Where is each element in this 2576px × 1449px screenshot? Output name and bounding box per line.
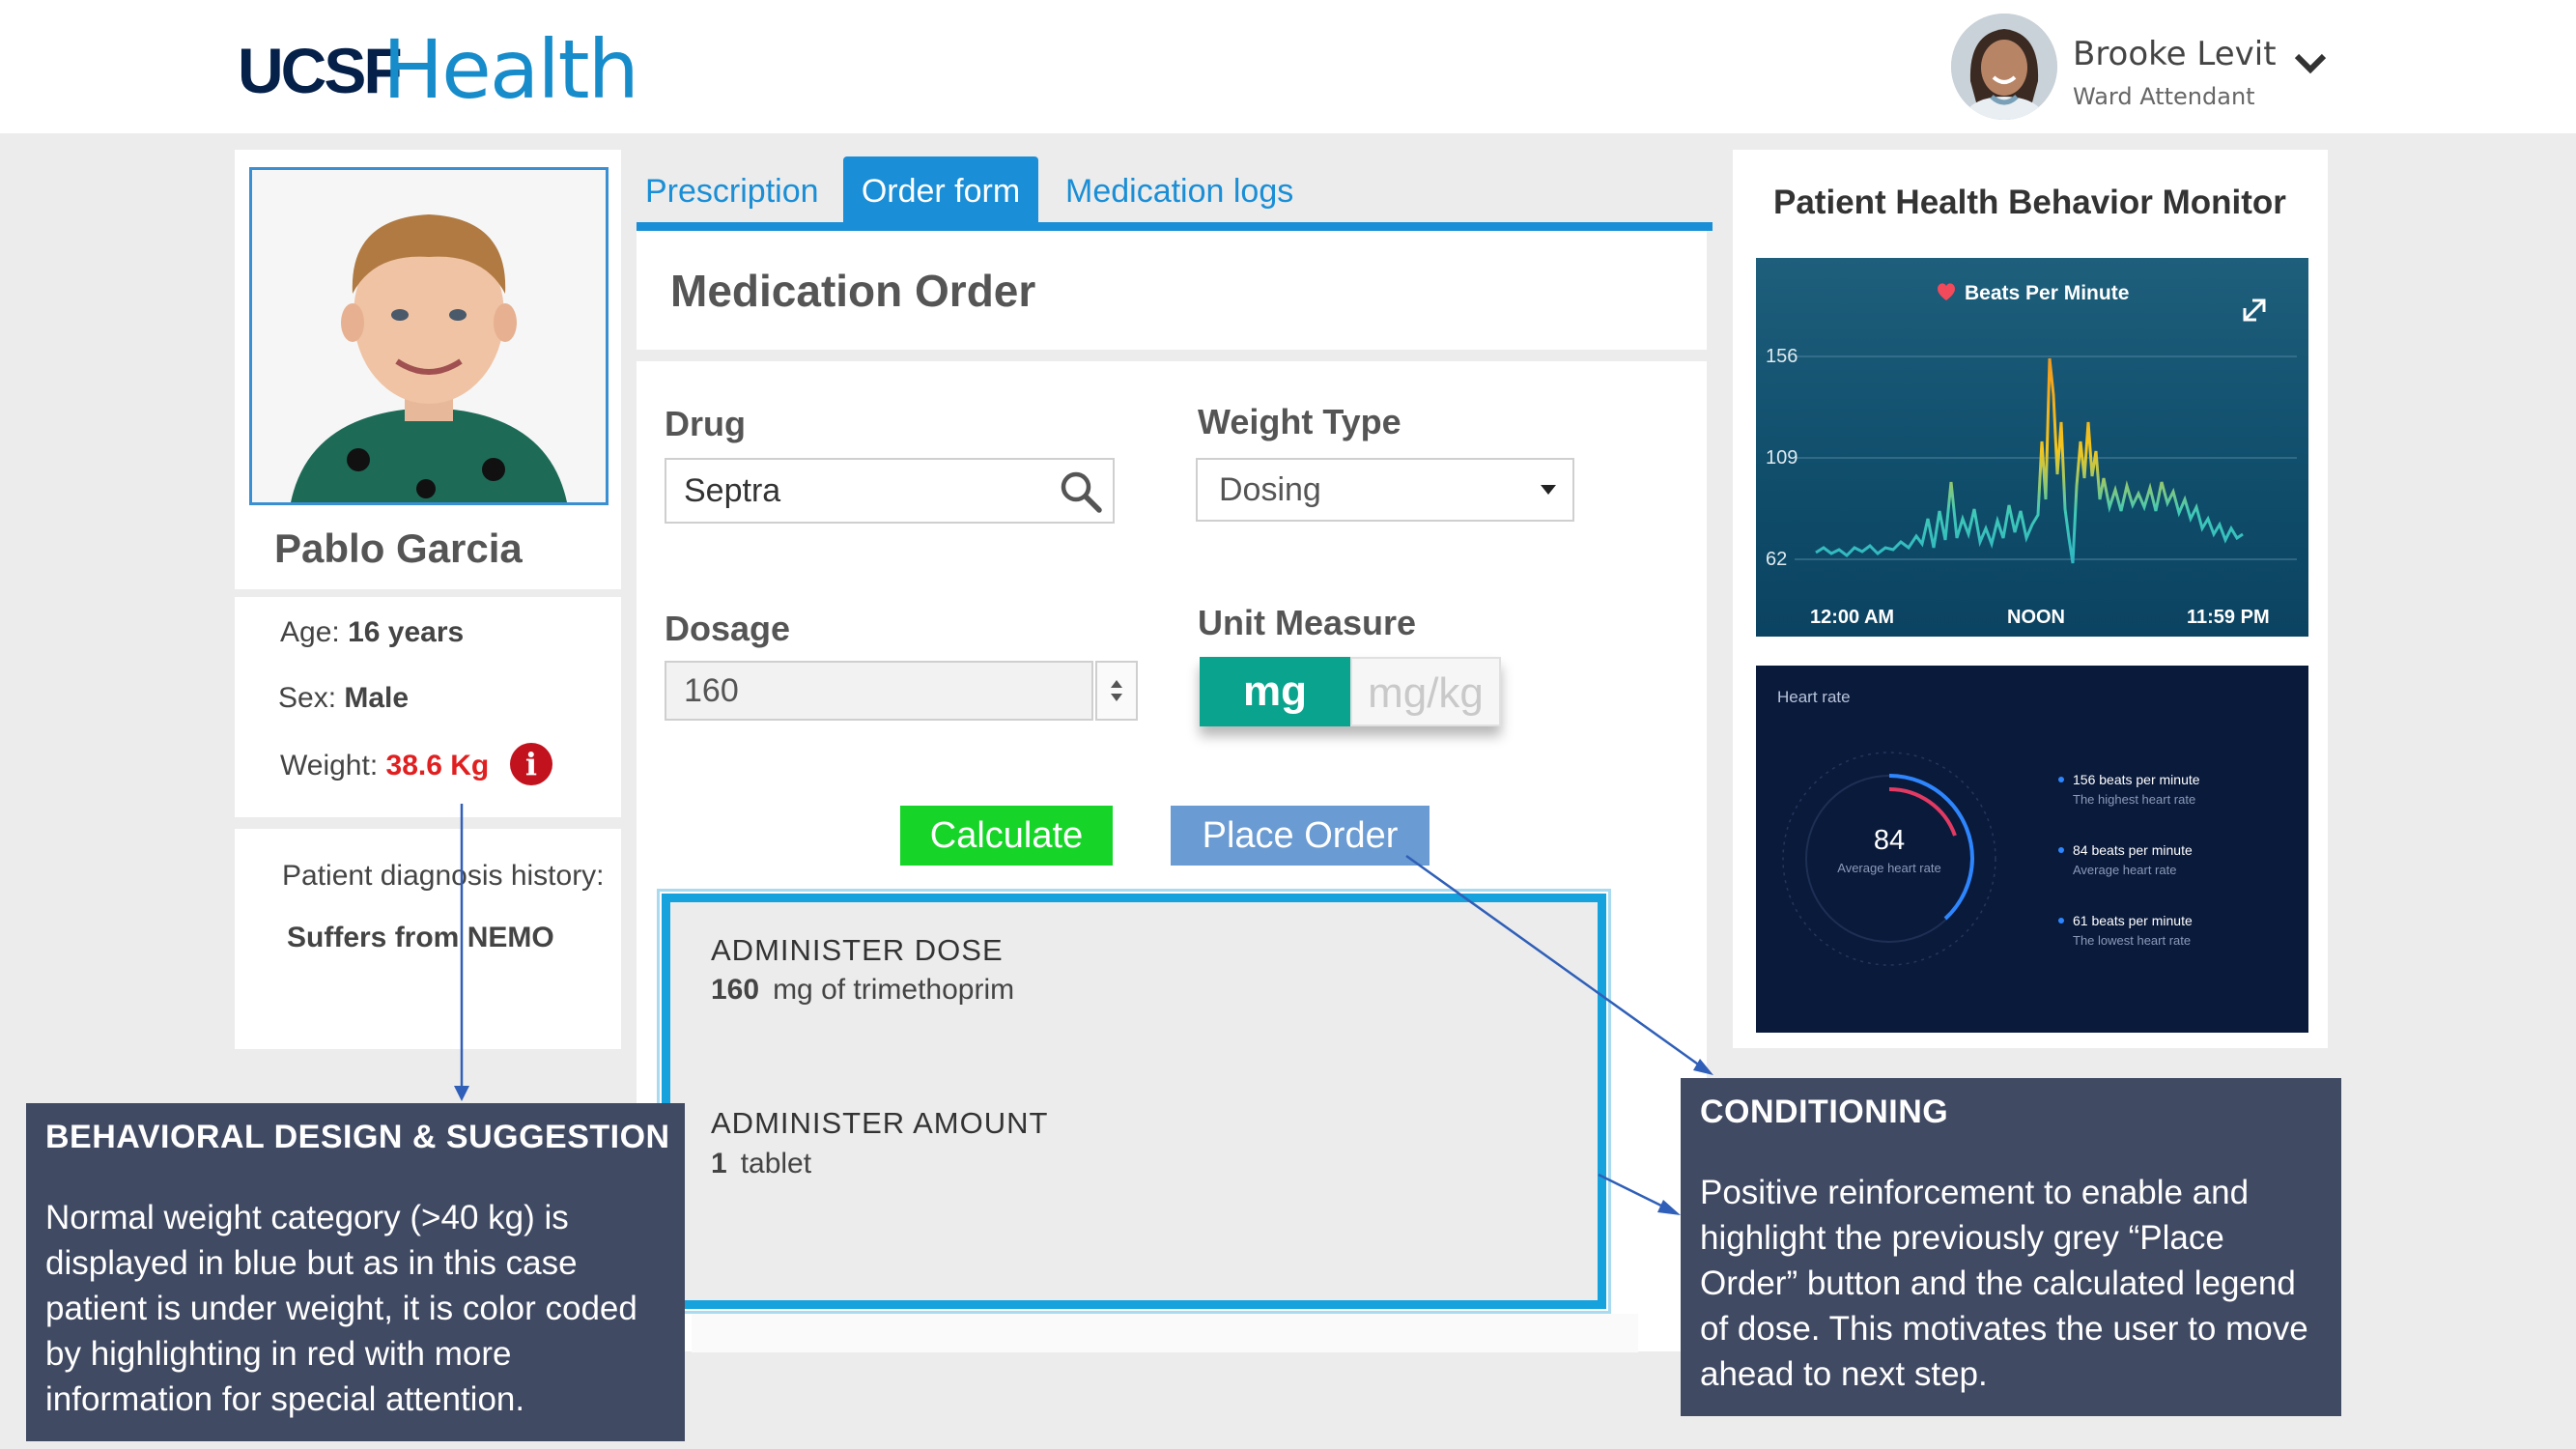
x-tick-label: 12:00 AM	[1810, 607, 1894, 628]
drug-label: Drug	[665, 404, 746, 443]
x-tick-label: NOON	[2007, 607, 2065, 628]
bpm-chart-svg: Beats Per Minute 156 109 62 12:00 AM NOO…	[1766, 282, 2297, 628]
conditioning-annotation: CONDITIONING Positive reinforcement to e…	[1681, 1078, 2341, 1416]
heart-rate-title: Heart rate	[1777, 688, 1851, 706]
dosage-input[interactable]: 160	[665, 661, 1093, 721]
patient-photo	[249, 167, 609, 505]
administer-amount-value: 1 tablet	[711, 1148, 811, 1180]
y-tick-label: 109	[1766, 447, 1798, 469]
weight-value: 38.6 Kg	[385, 750, 490, 781]
diagnosis-history-label: Patient diagnosis history:	[282, 860, 605, 892]
amount-text: tablet	[740, 1148, 812, 1179]
y-tick-label: 156	[1766, 346, 1798, 367]
sex-value: Male	[344, 682, 410, 714]
calculate-button[interactable]: Calculate	[900, 806, 1113, 866]
heart-icon	[1938, 283, 1955, 300]
dosage-stepper[interactable]	[1095, 661, 1138, 721]
user-role: Ward Attendant	[2073, 83, 2255, 110]
stepper-arrows-icon	[1111, 680, 1122, 701]
x-tick-label: 11:59 PM	[2187, 607, 2270, 628]
annotation-body: Positive reinforcement to enable and hig…	[1700, 1174, 2308, 1393]
heart-rate-panel[interactable]: Heart rate 84 Average heart rate 156 bea…	[1756, 666, 2308, 1033]
form-title: Medication Order	[670, 266, 1036, 316]
tab-medication-logs[interactable]: Medication logs	[1065, 156, 1293, 226]
annotation-body: Normal weight category (>40 kg) is displ…	[45, 1199, 637, 1418]
patient-name: Pablo Garcia	[274, 526, 523, 571]
search-icon[interactable]	[1059, 469, 1103, 514]
bpm-chart[interactable]: Beats Per Minute 156 109 62 12:00 AM NOO…	[1756, 258, 2308, 637]
expand-icon	[2243, 298, 2266, 322]
stat-bullet	[2058, 918, 2064, 923]
diagnosis-history-value: Suffers from NEMO	[287, 922, 554, 953]
tab-underline	[637, 222, 1713, 231]
heart-rate-svg: Heart rate 84 Average heart rate 156 bea…	[1777, 688, 2200, 966]
stat-desc: The highest heart rate	[2073, 792, 2195, 807]
user-avatar-image	[1951, 14, 2057, 120]
y-tick-label: 62	[1766, 549, 1787, 570]
stat-bullet	[2058, 777, 2064, 782]
gauge-ring	[1782, 752, 1996, 966]
stat-value: 156 beats per minute	[2073, 772, 2200, 787]
dosage-label: Dosage	[665, 609, 791, 648]
stat-desc: The lowest heart rate	[2073, 933, 2191, 948]
place-order-button[interactable]: Place Order	[1171, 806, 1430, 866]
dose-amount: 160	[711, 974, 760, 1006]
patient-weight: Weight: 38.6 Kg	[280, 750, 489, 782]
age-label: Age:	[280, 616, 340, 648]
patient-age: Age: 16 years	[280, 616, 464, 649]
form-footer-strip	[692, 1314, 1638, 1352]
administer-amount-title: ADMINISTER AMOUNT	[711, 1106, 1049, 1140]
weight-type-label: Weight Type	[1198, 402, 1401, 441]
caret-down-icon[interactable]	[1540, 484, 1557, 496]
bpm-series-line	[1815, 357, 2244, 564]
monitor-title: Patient Health Behavior Monitor	[1773, 184, 2286, 221]
drug-search-input[interactable]: Septra	[665, 458, 1115, 524]
user-avatar[interactable]	[1951, 14, 2057, 120]
annotation-title: BEHAVIORAL DESIGN & SUGGESTION	[45, 1119, 670, 1155]
stat-value: 84 beats per minute	[2073, 842, 2193, 858]
behavioral-design-annotation: BEHAVIORAL DESIGN & SUGGESTION Normal we…	[26, 1103, 685, 1441]
unit-option-mg[interactable]: mg	[1200, 657, 1350, 726]
administer-dose-title: ADMINISTER DOSE	[711, 933, 1004, 967]
chevron-down-icon[interactable]	[2291, 48, 2330, 79]
dose-text: mg of trimethoprim	[773, 974, 1015, 1006]
info-icon[interactable]: i	[510, 743, 552, 785]
arrowhead	[454, 1086, 469, 1101]
stat-bullet	[2058, 847, 2064, 853]
weight-type-select[interactable]: Dosing	[1196, 458, 1574, 522]
user-name[interactable]: Brooke Levit	[2073, 35, 2277, 73]
age-value: 16 years	[348, 616, 465, 648]
unit-measure-label: Unit Measure	[1198, 603, 1417, 642]
ucsf-logo[interactable]: UCSF	[238, 27, 403, 114]
patient-sex: Sex: Male	[278, 682, 409, 715]
stat-desc: Average heart rate	[2073, 863, 2176, 877]
tab-order-form[interactable]: Order form	[843, 156, 1038, 226]
administer-dose-value: 160 mg of trimethoprim	[711, 974, 1014, 1007]
amount-value: 1	[711, 1148, 727, 1179]
unit-option-mg-per-kg[interactable]: mg/kg	[1350, 657, 1501, 726]
tab-prescription[interactable]: Prescription	[645, 156, 819, 226]
patient-photo-image	[252, 170, 606, 502]
bpm-legend: Beats Per Minute	[1965, 282, 2129, 304]
stat-value: 61 beats per minute	[2073, 913, 2193, 928]
sex-label: Sex:	[278, 682, 337, 714]
weight-label: Weight:	[280, 750, 379, 781]
heart-rate-value: 84	[1874, 825, 1905, 856]
annotation-title: CONDITIONING	[1700, 1094, 1949, 1130]
health-logo-text: Health	[382, 22, 639, 117]
heart-rate-value-label: Average heart rate	[1837, 861, 1940, 875]
